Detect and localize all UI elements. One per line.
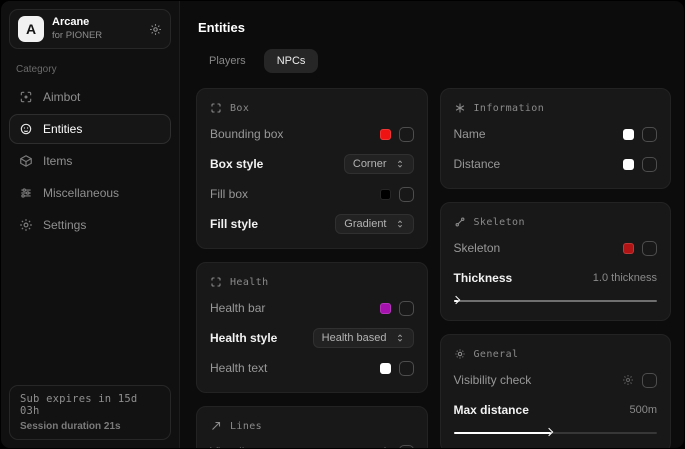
skeleton-checkbox[interactable] [642,241,657,256]
brand-name: Arcane [52,16,141,30]
name-checkbox[interactable] [642,127,657,142]
gear-icon[interactable] [149,23,162,36]
health-style-row: Health style Health based [210,328,414,348]
frame-icon [210,102,222,114]
information-card: Information Name Distance [440,88,672,189]
frame-icon [210,276,222,288]
fill-style-row: Fill style Gradient [210,214,414,234]
color-swatch[interactable] [380,303,391,314]
brand-subtitle: for PIONER [52,30,141,42]
box-style-row: Box style Corner [210,154,414,174]
sidebar-item-label: Settings [43,218,86,232]
skeleton-card: Skeleton Skeleton Thickness 1.0 thicknes… [440,202,672,321]
sidebar-item-items[interactable]: Items [9,146,171,176]
thickness-slider[interactable] [454,296,658,306]
sidebar-item-label: Entities [43,122,82,136]
sidebar-item-entities[interactable]: Entities [9,114,171,144]
sidebar-item-miscellaneous[interactable]: Miscellaneous [9,178,171,208]
sun-icon [454,348,466,360]
color-swatch[interactable] [380,189,391,200]
fill-box-row: Fill box [210,184,414,204]
max-distance-row: Max distance 500m [454,400,658,420]
color-swatch[interactable] [380,363,391,374]
distance-row: Distance [454,154,658,174]
sidebar-item-label: Aimbot [43,90,80,104]
distance-checkbox[interactable] [642,157,657,172]
gear-icon[interactable] [379,446,391,448]
fill-style-select[interactable]: Gradient [335,214,413,234]
sidebar-item-label: Items [43,154,72,168]
tab-npcs[interactable]: NPCs [264,49,319,73]
gear-icon[interactable] [622,374,634,386]
unfold-icon [395,219,405,229]
box-style-select[interactable]: Corner [344,154,414,174]
health-style-select[interactable]: Health based [313,328,414,348]
health-bar-row: Health bar [210,298,414,318]
brand-logo: A [18,16,44,42]
color-swatch[interactable] [623,129,634,140]
crosshair-icon [19,90,33,104]
unfold-icon [395,333,405,343]
sidebar-item-aimbot[interactable]: Aimbot [9,82,171,112]
card-title: Health [230,277,269,288]
entity-tabs: Players NPCs [196,49,671,73]
name-row: Name [454,124,658,144]
card-title: General [474,349,519,360]
lines-card: Lines View line Line to enemy [196,406,428,448]
fill-box-checkbox[interactable] [399,187,414,202]
slider-handle[interactable] [451,296,459,304]
card-title: Information [474,103,545,114]
slider-handle[interactable] [545,428,553,436]
cube-icon [19,154,33,168]
bounding-box-row: Bounding box [210,124,414,144]
thickness-value: 1.0 thickness [593,272,657,284]
diagonal-arrow-icon [210,420,222,432]
sub-expiry-text: Sub expires in 15d 03h [20,393,160,417]
sidebar: A Arcane for PIONER Category Aimbot Enti… [1,1,180,448]
skeleton-row: Skeleton [454,238,658,258]
card-title: Skeleton [474,217,525,228]
color-swatch[interactable] [380,129,391,140]
sidebar-item-settings[interactable]: Settings [9,210,171,240]
tab-players[interactable]: Players [196,49,259,73]
health-bar-checkbox[interactable] [399,301,414,316]
bounding-box-checkbox[interactable] [399,127,414,142]
sliders-icon [19,186,33,200]
view-line-checkbox[interactable] [399,445,414,449]
health-text-row: Health text [210,358,414,378]
bone-icon [454,216,466,228]
card-title: Lines [230,421,262,432]
card-title: Box [230,103,249,114]
general-card: General Visibility check Max distance [440,334,672,448]
entities-icon [19,122,33,136]
gear-icon [19,218,33,232]
category-label: Category [16,64,164,75]
visibility-check-checkbox[interactable] [642,373,657,388]
color-swatch[interactable] [623,243,634,254]
subscription-info: Sub expires in 15d 03h Session duration … [9,385,171,440]
thickness-row: Thickness 1.0 thickness [454,268,658,288]
unfold-icon [395,159,405,169]
max-distance-value: 500m [629,404,657,416]
session-duration-text: Session duration 21s [20,421,160,432]
asterisk-icon [454,102,466,114]
view-line-row: View line [210,442,414,448]
color-swatch[interactable] [623,159,634,170]
brand-card: A Arcane for PIONER [9,9,171,49]
max-distance-slider[interactable] [454,428,658,438]
page-title: Entities [198,20,671,35]
box-card: Box Bounding box Box style Corner [196,88,428,249]
health-card: Health Health bar Health style Health ba… [196,262,428,393]
health-text-checkbox[interactable] [399,361,414,376]
sidebar-item-label: Miscellaneous [43,186,119,200]
visibility-check-row: Visibility check [454,370,658,390]
main-panel: Entities Players NPCs Box Bounding box [180,1,684,448]
arcane-menu-window: A Arcane for PIONER Category Aimbot Enti… [0,0,685,449]
